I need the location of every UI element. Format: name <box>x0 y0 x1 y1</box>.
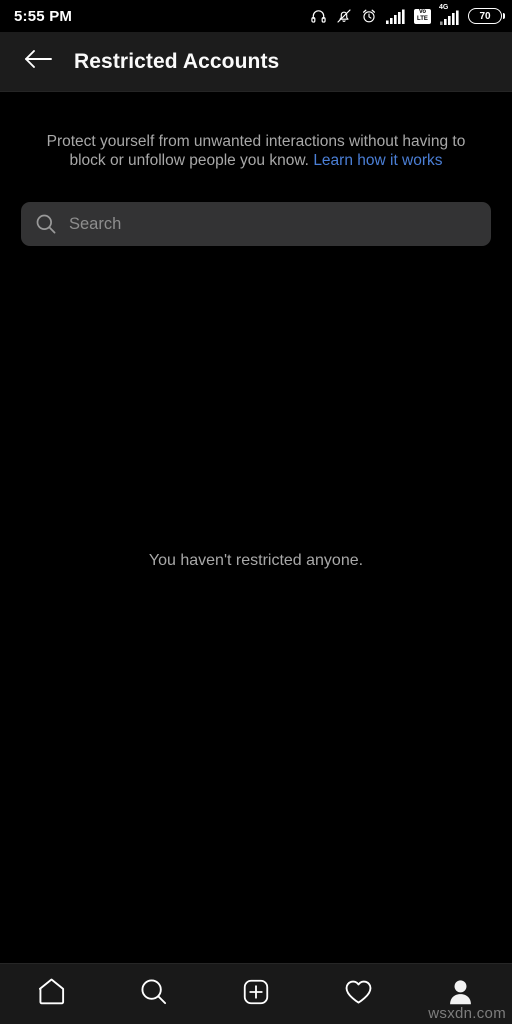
search-container: Search <box>0 170 512 246</box>
headphones-icon <box>310 8 327 24</box>
home-icon <box>36 976 67 1012</box>
search-input[interactable]: Search <box>21 202 491 246</box>
search-placeholder: Search <box>69 214 122 233</box>
nav-search[interactable] <box>102 964 204 1024</box>
signal-bars-4g-icon: 4G <box>439 4 459 25</box>
description-text: Protect yourself from unwanted interacti… <box>30 132 482 170</box>
volte-bottom-text: LTE <box>417 16 428 22</box>
volte-top-text: Vo <box>418 9 427 15</box>
back-button[interactable] <box>16 40 60 84</box>
status-time: 5:55 PM <box>14 7 73 25</box>
app-screen: 5:55 PM Vo LTE 4G 70 Restricted Accounts… <box>0 0 512 1024</box>
bottom-navigation-bar: wsxdn.com <box>0 963 512 1024</box>
plus-square-icon <box>241 977 271 1012</box>
alarm-clock-icon <box>361 8 377 24</box>
heart-icon <box>343 976 374 1012</box>
person-filled-icon <box>445 976 476 1012</box>
network-type-label: 4G <box>439 4 449 11</box>
bell-muted-icon <box>336 8 352 24</box>
main-content: Protect yourself from unwanted interacti… <box>0 92 512 963</box>
battery-icon: 70 <box>468 8 505 24</box>
search-icon <box>35 213 57 235</box>
empty-state-message: You haven't restricted anyone. <box>148 551 364 569</box>
nav-profile[interactable] <box>410 964 512 1024</box>
nav-activity[interactable] <box>307 964 409 1024</box>
page-title: Restricted Accounts <box>74 49 280 73</box>
signal-bars-icon <box>386 9 405 24</box>
nav-home[interactable] <box>0 964 102 1024</box>
nav-create[interactable] <box>205 964 307 1024</box>
volte-badge-icon: Vo LTE <box>414 8 431 24</box>
status-bar: 5:55 PM Vo LTE 4G 70 <box>0 0 512 32</box>
app-header: Restricted Accounts <box>0 32 512 92</box>
search-icon <box>138 976 169 1012</box>
arrow-left-icon <box>23 47 53 76</box>
learn-how-it-works-link[interactable]: Learn how it works <box>313 152 442 169</box>
battery-level-text: 70 <box>479 10 491 22</box>
status-bar-icons: Vo LTE 4G 70 <box>310 4 505 25</box>
